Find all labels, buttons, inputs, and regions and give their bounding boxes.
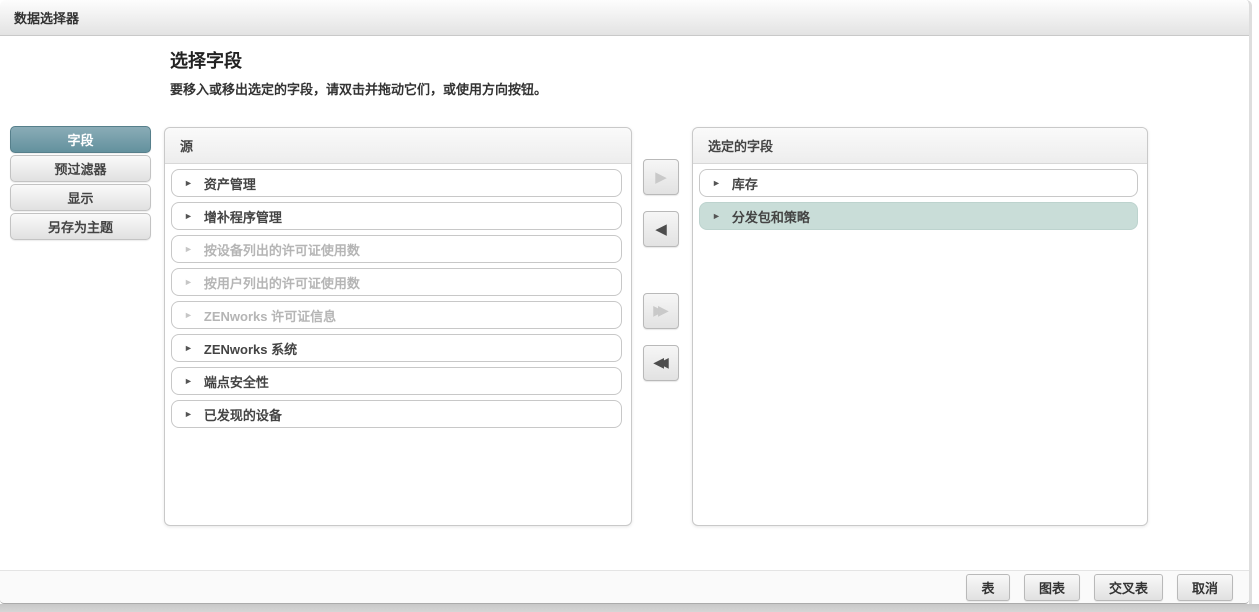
expand-arrow-icon[interactable]: ► [184,179,193,188]
table-button-label: 表 [981,578,994,597]
sidebar-item-prefilter[interactable]: 预过滤器 [10,155,151,182]
source-panel: 源 ► 资产管理 ► 增补程序管理 ► 按设备列出的许可证使用数 ► 按用户列出… [164,127,632,526]
expand-arrow-icon[interactable]: ► [184,212,193,221]
dialog-footer: 表 图表 交叉表 取消 [0,570,1249,604]
field-group-label: 资产管理 [204,174,256,193]
selected-panel-list: ► 库存 ► 分发包和策略 [693,164,1147,240]
page-instruction: 要移入或移出选定的字段，请双击并拖动它们，或使用方向按钮。 [170,79,547,98]
field-group-label: 按设备列出的许可证使用数 [204,240,360,259]
source-field-group: ► ZENworks 许可证信息 [171,301,622,329]
double-left-arrow-icon: ◀◀ [653,355,669,371]
expand-arrow-icon[interactable]: ► [184,377,193,386]
source-field-group[interactable]: ► ZENworks 系统 [171,334,622,362]
sidebar-item-save-as-topic[interactable]: 另存为主题 [10,213,151,240]
selected-fields-panel: 选定的字段 ► 库存 ► 分发包和策略 [692,127,1148,526]
source-panel-list: ► 资产管理 ► 增补程序管理 ► 按设备列出的许可证使用数 ► 按用户列出的许… [165,164,631,438]
sidebar-item-fields[interactable]: 字段 [10,126,151,153]
dialog-titlebar: 数据选择器 [0,0,1249,36]
sidebar-item-display[interactable]: 显示 [10,184,151,211]
source-field-group[interactable]: ► 资产管理 [171,169,622,197]
selected-panel-header: 选定的字段 [693,128,1147,164]
table-button[interactable]: 表 [966,574,1010,601]
selected-field-group[interactable]: ► 分发包和策略 [699,202,1138,230]
expand-arrow-icon[interactable]: ► [184,410,193,419]
source-panel-header: 源 [165,128,631,164]
field-group-label: 分发包和策略 [732,207,810,226]
chart-button-label: 图表 [1039,578,1065,597]
field-group-label: ZENworks 系统 [204,339,297,358]
source-field-group[interactable]: ► 增补程序管理 [171,202,622,230]
dialog-title: 数据选择器 [14,8,79,27]
chart-button[interactable]: 图表 [1024,574,1080,601]
source-field-group: ► 按设备列出的许可证使用数 [171,235,622,263]
sidebar-item-label: 显示 [67,188,93,207]
field-group-label: 按用户列出的许可证使用数 [204,273,360,292]
expand-arrow-icon: ► [184,245,193,254]
sidebar-nav: 字段 预过滤器 显示 另存为主题 [10,126,151,242]
source-panel-title: 源 [180,136,193,155]
move-right-button: ▶ [643,159,679,195]
data-selector-screen: 数据选择器 选择字段 要移入或移出选定的字段，请双击并拖动它们，或使用方向按钮。… [0,0,1259,612]
move-left-button[interactable]: ◀ [643,211,679,247]
move-all-right-button: ▶▶ [643,293,679,329]
right-arrow-icon: ▶ [655,168,667,186]
double-right-arrow-icon: ▶▶ [653,303,669,319]
selected-panel-title: 选定的字段 [708,136,773,155]
crosstab-button-label: 交叉表 [1109,578,1148,597]
page-background-strip [0,604,1259,612]
expand-arrow-icon: ► [184,278,193,287]
source-field-group[interactable]: ► 端点安全性 [171,367,622,395]
source-field-group[interactable]: ► 已发现的设备 [171,400,622,428]
selected-field-group[interactable]: ► 库存 [699,169,1138,197]
source-field-group: ► 按用户列出的许可证使用数 [171,268,622,296]
cancel-button[interactable]: 取消 [1177,574,1233,601]
cancel-button-label: 取消 [1192,578,1218,597]
page-title: 选择字段 [170,47,242,73]
expand-arrow-icon[interactable]: ► [712,212,721,221]
sidebar-item-label: 预过滤器 [54,159,106,178]
expand-arrow-icon[interactable]: ► [712,179,721,188]
data-selector-dialog: 数据选择器 选择字段 要移入或移出选定的字段，请双击并拖动它们，或使用方向按钮。… [0,0,1252,604]
move-all-left-button[interactable]: ◀◀ [643,345,679,381]
field-group-label: ZENworks 许可证信息 [204,306,336,325]
field-group-label: 增补程序管理 [204,207,282,226]
crosstab-button[interactable]: 交叉表 [1094,574,1163,601]
field-group-label: 已发现的设备 [204,405,282,424]
field-group-label: 库存 [732,174,758,193]
left-arrow-icon: ◀ [655,220,667,238]
sidebar-item-label: 另存为主题 [48,217,113,236]
expand-arrow-icon[interactable]: ► [184,344,193,353]
expand-arrow-icon: ► [184,311,193,320]
field-group-label: 端点安全性 [204,372,269,391]
sidebar-item-label: 字段 [67,130,93,149]
